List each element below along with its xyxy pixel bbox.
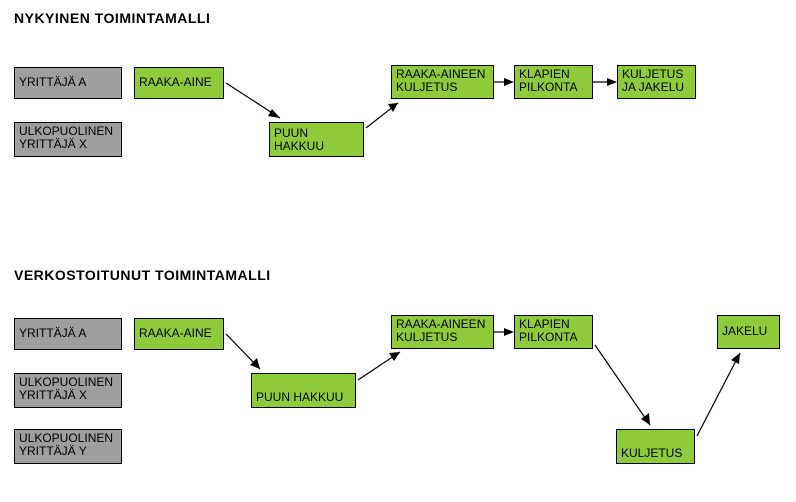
diagram-canvas: NYKYINEN TOIMINTAMALLI YRITTÄJÄ A ULKOPU… <box>0 0 796 502</box>
arrows-networked <box>0 0 796 502</box>
